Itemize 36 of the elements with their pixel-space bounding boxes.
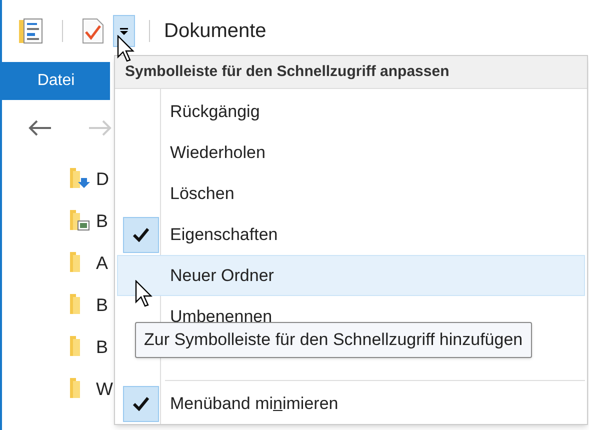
ribbon-tab[interactable]: Datei [2,62,110,100]
menu-item[interactable]: Rückgängig [117,91,585,132]
pictures-folder-icon [68,209,90,231]
customize-toolbar-dropdown[interactable] [113,15,135,47]
menu-item-label: Löschen [170,182,234,205]
folder-name[interactable]: W [96,376,113,402]
download-folder-icon [68,167,90,189]
menu-title: Symbolleiste für den Schnellzugriff anpassen [115,56,587,89]
menu-item-label: Eigenschaften [170,224,278,246]
folder-icon [68,293,80,315]
folder-icon [68,335,80,357]
caret-icon [119,27,129,35]
menu-item-label: Neuer Ordner [170,264,274,287]
menu-item[interactable]: Neuer Ordner [117,255,585,296]
menu-item[interactable]: Wiederholen [117,132,585,173]
back-arrow-icon[interactable] [28,120,52,136]
folder-icon [68,377,80,399]
folder-name[interactable]: B [96,292,108,318]
folder-name[interactable]: B [96,334,108,360]
folder-name[interactable]: A [96,250,108,276]
menu-item[interactable]: Menüband minimieren [117,383,585,424]
folder-name[interactable]: D [96,166,109,192]
properties-document-icon[interactable] [18,17,44,45]
checked-document-icon[interactable] [81,17,105,45]
window-title: Dokumente [164,19,266,44]
menu-item[interactable]: Löschen [117,173,585,214]
menu-item[interactable]: Eigenschaften [117,214,585,255]
menu-item-label: Wiederholen [170,142,266,164]
tooltip: Zur Symbolleiste für den Schnellzugriff hinzufügen [135,322,532,358]
folder-name[interactable]: B [96,208,108,234]
menu-item-label: Rückgängig [170,100,260,123]
check-icon [133,228,149,242]
check-icon [133,396,149,410]
menu-item-label: Menüband minimieren [170,392,338,415]
mouse-cursor-icon [135,280,153,307]
folder-icon [68,251,80,273]
